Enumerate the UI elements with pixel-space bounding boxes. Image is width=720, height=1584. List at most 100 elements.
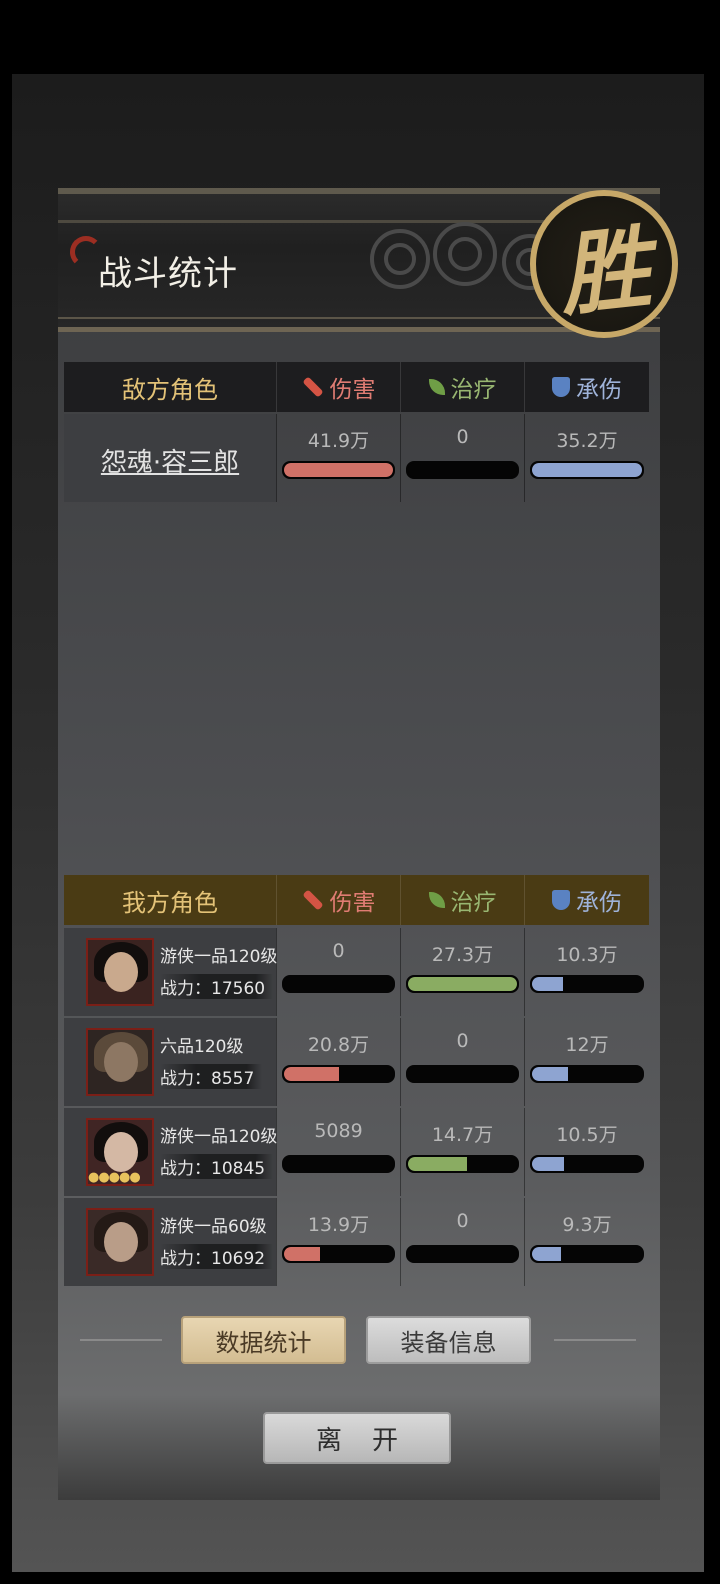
- shield-icon: [552, 890, 570, 910]
- hero-power: 战力：10692: [160, 1244, 274, 1269]
- leave-button[interactable]: 离开: [263, 1412, 451, 1464]
- tanked-bar-fill: [532, 463, 642, 477]
- heal-stat: 0: [400, 414, 524, 502]
- divider-left: [80, 1339, 162, 1341]
- leaf-icon: [428, 379, 445, 395]
- tanked-stat: 9.3万: [524, 1198, 649, 1286]
- heal-value: 27.3万: [431, 944, 494, 966]
- sword-icon: [301, 889, 324, 911]
- ally-row: 游侠一品120级 战力：17560 0 27.3万 10.3万: [64, 928, 649, 1016]
- damage-bar: [282, 1245, 395, 1263]
- avatar-face: [104, 952, 138, 992]
- damage-bar: [282, 461, 395, 479]
- ally-row: 六品120级 战力：8557 20.8万 0 12万: [64, 1018, 649, 1106]
- damage-bar: [282, 975, 395, 993]
- shield-icon: [552, 377, 570, 397]
- power-label: 战力：: [160, 1069, 211, 1089]
- leaf-icon: [428, 892, 445, 908]
- heal-stat: 14.7万: [400, 1108, 524, 1196]
- hero-avatar[interactable]: [86, 1028, 154, 1096]
- star-rating-icon: ●●●●●: [88, 1170, 141, 1185]
- heal-bar: [406, 1155, 519, 1173]
- heal-bar: [406, 461, 519, 479]
- divider-right: [554, 1339, 636, 1341]
- ally-row: ●●●●● 游侠一品120级 战力：10845 5089 14.7万 10.5万: [64, 1108, 649, 1196]
- tanked-bar: [530, 975, 644, 993]
- hero-avatar[interactable]: [86, 938, 154, 1006]
- hero-rank: 游侠一品60级: [160, 1217, 267, 1237]
- heal-bar: [406, 1245, 519, 1263]
- heal-stat: 0: [400, 1198, 524, 1286]
- tanked-header-label: 承伤: [576, 377, 622, 403]
- tanked-bar: [530, 461, 644, 479]
- tanked-stat: 10.5万: [524, 1108, 649, 1196]
- tanked-stat: 35.2万: [524, 414, 649, 502]
- tanked-bar-fill: [532, 1247, 561, 1261]
- tanked-column-header: 承伤: [524, 875, 649, 925]
- enemy-name-cell[interactable]: 怨魂·容三郎: [64, 414, 276, 502]
- power-value: 10845: [211, 1159, 266, 1179]
- heal-value: 14.7万: [431, 1124, 494, 1146]
- damage-bar-fill: [284, 1067, 339, 1081]
- victory-seal-text: 胜: [554, 214, 656, 330]
- damage-stat: 13.9万: [276, 1198, 400, 1286]
- heal-bar: [406, 1065, 519, 1083]
- data-stats-button[interactable]: 数据统计: [181, 1316, 346, 1364]
- ally-info-cell: 游侠一品120级 战力：17560: [64, 928, 278, 1016]
- ally-table-header: 我方角色 伤害 治疗 承伤: [64, 875, 649, 925]
- page-title: 战斗统计: [98, 254, 238, 294]
- ally-row: 游侠一品60级 战力：10692 13.9万 0 9.3万: [64, 1198, 649, 1286]
- tanked-header-label: 承伤: [576, 890, 622, 916]
- tanked-value: 35.2万: [556, 430, 618, 452]
- heal-value: 0: [456, 1210, 469, 1232]
- heal-bar: [406, 975, 519, 993]
- tanked-column-header: 承伤: [524, 362, 649, 412]
- damage-value: 20.8万: [307, 1034, 370, 1056]
- sword-icon: [301, 376, 324, 398]
- tanked-bar-fill: [532, 1067, 569, 1081]
- damage-header-label: 伤害: [329, 377, 376, 403]
- tanked-bar: [530, 1155, 644, 1173]
- avatar-face: [104, 1042, 138, 1082]
- damage-bar-fill: [284, 463, 393, 477]
- avatar-face: [104, 1222, 138, 1262]
- avatar-face: [104, 1132, 138, 1172]
- hero-rank: 游侠一品120级: [160, 947, 278, 967]
- heal-header-label: 治疗: [450, 377, 497, 403]
- ally-section-label: 我方角色: [122, 888, 218, 917]
- power-value: 10692: [211, 1249, 266, 1269]
- equipment-info-button[interactable]: 装备信息: [366, 1316, 531, 1364]
- hero-rank: 六品120级: [160, 1037, 244, 1057]
- heal-header-label: 治疗: [450, 890, 497, 916]
- enemy-name-link[interactable]: 怨魂·容三郎: [64, 442, 276, 479]
- heal-value: 0: [456, 1030, 469, 1052]
- enemy-table-header: 敌方角色 伤害 治疗 承伤: [64, 362, 649, 412]
- tanked-stat: 12万: [524, 1018, 649, 1106]
- power-label: 战力：: [160, 1159, 211, 1179]
- tanked-value: 10.5万: [556, 1124, 618, 1146]
- ally-info-cell: ●●●●● 游侠一品120级 战力：10845: [64, 1108, 278, 1196]
- tanked-value: 9.3万: [562, 1214, 612, 1236]
- tanked-bar-fill: [532, 977, 563, 991]
- power-label: 战力：: [160, 979, 211, 999]
- damage-stat: 0: [276, 928, 400, 1016]
- hero-rank: 游侠一品120级: [160, 1127, 278, 1147]
- damage-stat: 5089: [276, 1108, 400, 1196]
- damage-stat: 20.8万: [276, 1018, 400, 1106]
- damage-bar: [282, 1065, 395, 1083]
- heal-bar-fill: [408, 1157, 467, 1171]
- damage-stat: 41.9万: [276, 414, 400, 502]
- hero-avatar[interactable]: [86, 1208, 154, 1276]
- damage-column-header: 伤害: [276, 875, 400, 925]
- enemy-row: 怨魂·容三郎 41.9万 0 35.2万: [64, 414, 649, 502]
- tanked-value: 12万: [565, 1034, 609, 1056]
- power-value: 8557: [211, 1069, 255, 1089]
- heal-value: 0: [456, 426, 469, 448]
- power-label: 战力：: [160, 1249, 211, 1269]
- damage-value: 41.9万: [307, 430, 370, 452]
- tanked-value: 10.3万: [556, 944, 618, 966]
- damage-header-label: 伤害: [329, 890, 376, 916]
- damage-column-header: 伤害: [276, 362, 400, 412]
- heal-stat: 0: [400, 1018, 524, 1106]
- heal-column-header: 治疗: [400, 875, 524, 925]
